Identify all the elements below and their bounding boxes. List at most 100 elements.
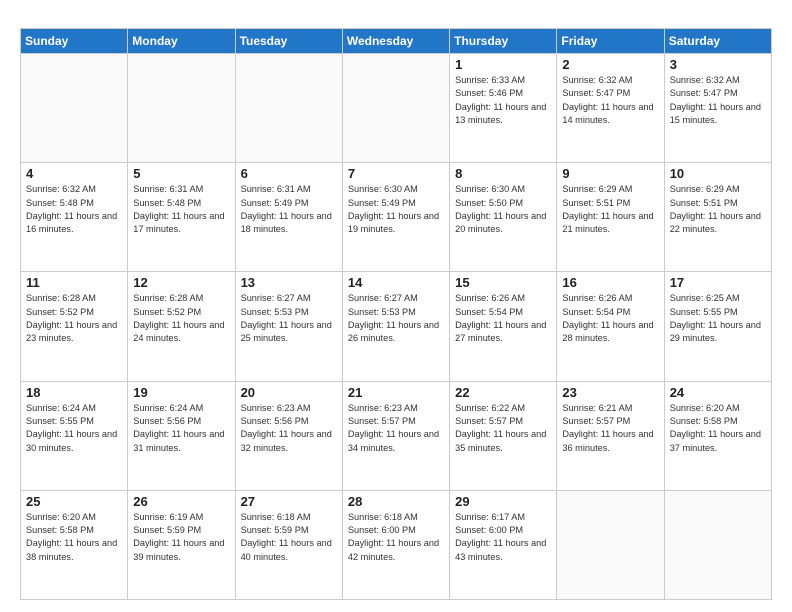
calendar-cell: 19 Sunrise: 6:24 AM Sunset: 5:56 PM Dayli… bbox=[128, 381, 235, 490]
calendar-week-1: 1 Sunrise: 6:33 AM Sunset: 5:46 PM Daylig… bbox=[21, 54, 772, 163]
day-info: Sunrise: 6:18 AM Sunset: 5:59 PM Dayligh… bbox=[241, 511, 337, 564]
calendar-cell: 8 Sunrise: 6:30 AM Sunset: 5:50 PM Daylig… bbox=[450, 163, 557, 272]
day-info: Sunrise: 6:19 AM Sunset: 5:59 PM Dayligh… bbox=[133, 511, 229, 564]
calendar-cell: 27 Sunrise: 6:18 AM Sunset: 5:59 PM Dayli… bbox=[235, 490, 342, 599]
calendar-week-3: 11 Sunrise: 6:28 AM Sunset: 5:52 PM Dayli… bbox=[21, 272, 772, 381]
day-number: 17 bbox=[670, 275, 766, 290]
day-number: 26 bbox=[133, 494, 229, 509]
calendar-week-2: 4 Sunrise: 6:32 AM Sunset: 5:48 PM Daylig… bbox=[21, 163, 772, 272]
day-number: 20 bbox=[241, 385, 337, 400]
day-info: Sunrise: 6:24 AM Sunset: 5:56 PM Dayligh… bbox=[133, 402, 229, 455]
day-info: Sunrise: 6:32 AM Sunset: 5:47 PM Dayligh… bbox=[670, 74, 766, 127]
calendar-header-monday: Monday bbox=[128, 29, 235, 54]
day-number: 24 bbox=[670, 385, 766, 400]
day-number: 10 bbox=[670, 166, 766, 181]
day-number: 8 bbox=[455, 166, 551, 181]
calendar-header-row: SundayMondayTuesdayWednesdayThursdayFrid… bbox=[21, 29, 772, 54]
day-number: 9 bbox=[562, 166, 658, 181]
day-info: Sunrise: 6:25 AM Sunset: 5:55 PM Dayligh… bbox=[670, 292, 766, 345]
day-number: 12 bbox=[133, 275, 229, 290]
calendar-cell: 12 Sunrise: 6:28 AM Sunset: 5:52 PM Dayli… bbox=[128, 272, 235, 381]
calendar-cell: 5 Sunrise: 6:31 AM Sunset: 5:48 PM Daylig… bbox=[128, 163, 235, 272]
calendar-cell bbox=[235, 54, 342, 163]
day-info: Sunrise: 6:31 AM Sunset: 5:49 PM Dayligh… bbox=[241, 183, 337, 236]
day-info: Sunrise: 6:32 AM Sunset: 5:48 PM Dayligh… bbox=[26, 183, 122, 236]
calendar-table: SundayMondayTuesdayWednesdayThursdayFrid… bbox=[20, 28, 772, 600]
calendar-cell bbox=[342, 54, 449, 163]
calendar-cell: 10 Sunrise: 6:29 AM Sunset: 5:51 PM Dayli… bbox=[664, 163, 771, 272]
day-info: Sunrise: 6:27 AM Sunset: 5:53 PM Dayligh… bbox=[348, 292, 444, 345]
day-info: Sunrise: 6:26 AM Sunset: 5:54 PM Dayligh… bbox=[562, 292, 658, 345]
day-number: 5 bbox=[133, 166, 229, 181]
day-info: Sunrise: 6:18 AM Sunset: 6:00 PM Dayligh… bbox=[348, 511, 444, 564]
day-number: 7 bbox=[348, 166, 444, 181]
day-number: 23 bbox=[562, 385, 658, 400]
calendar-cell bbox=[664, 490, 771, 599]
calendar-cell: 4 Sunrise: 6:32 AM Sunset: 5:48 PM Daylig… bbox=[21, 163, 128, 272]
day-number: 2 bbox=[562, 57, 658, 72]
day-number: 18 bbox=[26, 385, 122, 400]
calendar-cell: 20 Sunrise: 6:23 AM Sunset: 5:56 PM Dayli… bbox=[235, 381, 342, 490]
day-info: Sunrise: 6:20 AM Sunset: 5:58 PM Dayligh… bbox=[26, 511, 122, 564]
calendar-cell: 23 Sunrise: 6:21 AM Sunset: 5:57 PM Dayli… bbox=[557, 381, 664, 490]
day-number: 25 bbox=[26, 494, 122, 509]
calendar-cell: 26 Sunrise: 6:19 AM Sunset: 5:59 PM Dayli… bbox=[128, 490, 235, 599]
calendar-cell: 6 Sunrise: 6:31 AM Sunset: 5:49 PM Daylig… bbox=[235, 163, 342, 272]
day-info: Sunrise: 6:17 AM Sunset: 6:00 PM Dayligh… bbox=[455, 511, 551, 564]
day-number: 19 bbox=[133, 385, 229, 400]
day-info: Sunrise: 6:20 AM Sunset: 5:58 PM Dayligh… bbox=[670, 402, 766, 455]
calendar-cell: 22 Sunrise: 6:22 AM Sunset: 5:57 PM Dayli… bbox=[450, 381, 557, 490]
calendar-cell bbox=[128, 54, 235, 163]
day-info: Sunrise: 6:31 AM Sunset: 5:48 PM Dayligh… bbox=[133, 183, 229, 236]
day-info: Sunrise: 6:26 AM Sunset: 5:54 PM Dayligh… bbox=[455, 292, 551, 345]
day-info: Sunrise: 6:22 AM Sunset: 5:57 PM Dayligh… bbox=[455, 402, 551, 455]
day-info: Sunrise: 6:29 AM Sunset: 5:51 PM Dayligh… bbox=[670, 183, 766, 236]
calendar-header-saturday: Saturday bbox=[664, 29, 771, 54]
day-number: 28 bbox=[348, 494, 444, 509]
day-info: Sunrise: 6:23 AM Sunset: 5:57 PM Dayligh… bbox=[348, 402, 444, 455]
day-number: 13 bbox=[241, 275, 337, 290]
day-number: 6 bbox=[241, 166, 337, 181]
day-info: Sunrise: 6:21 AM Sunset: 5:57 PM Dayligh… bbox=[562, 402, 658, 455]
calendar-header-thursday: Thursday bbox=[450, 29, 557, 54]
calendar-cell: 9 Sunrise: 6:29 AM Sunset: 5:51 PM Daylig… bbox=[557, 163, 664, 272]
calendar-week-5: 25 Sunrise: 6:20 AM Sunset: 5:58 PM Dayli… bbox=[21, 490, 772, 599]
day-number: 29 bbox=[455, 494, 551, 509]
day-info: Sunrise: 6:28 AM Sunset: 5:52 PM Dayligh… bbox=[133, 292, 229, 345]
calendar-header-wednesday: Wednesday bbox=[342, 29, 449, 54]
day-number: 4 bbox=[26, 166, 122, 181]
calendar-cell: 24 Sunrise: 6:20 AM Sunset: 5:58 PM Dayli… bbox=[664, 381, 771, 490]
day-info: Sunrise: 6:27 AM Sunset: 5:53 PM Dayligh… bbox=[241, 292, 337, 345]
day-info: Sunrise: 6:23 AM Sunset: 5:56 PM Dayligh… bbox=[241, 402, 337, 455]
header: General Blue bbox=[20, 16, 772, 18]
day-number: 16 bbox=[562, 275, 658, 290]
calendar-cell bbox=[557, 490, 664, 599]
day-number: 21 bbox=[348, 385, 444, 400]
calendar-cell: 1 Sunrise: 6:33 AM Sunset: 5:46 PM Daylig… bbox=[450, 54, 557, 163]
calendar-cell: 17 Sunrise: 6:25 AM Sunset: 5:55 PM Dayli… bbox=[664, 272, 771, 381]
day-number: 1 bbox=[455, 57, 551, 72]
calendar-week-4: 18 Sunrise: 6:24 AM Sunset: 5:55 PM Dayli… bbox=[21, 381, 772, 490]
day-number: 27 bbox=[241, 494, 337, 509]
calendar-cell: 18 Sunrise: 6:24 AM Sunset: 5:55 PM Dayli… bbox=[21, 381, 128, 490]
calendar-cell: 13 Sunrise: 6:27 AM Sunset: 5:53 PM Dayli… bbox=[235, 272, 342, 381]
calendar-cell: 29 Sunrise: 6:17 AM Sunset: 6:00 PM Dayli… bbox=[450, 490, 557, 599]
day-number: 11 bbox=[26, 275, 122, 290]
calendar-cell: 28 Sunrise: 6:18 AM Sunset: 6:00 PM Dayli… bbox=[342, 490, 449, 599]
calendar-header-friday: Friday bbox=[557, 29, 664, 54]
day-info: Sunrise: 6:24 AM Sunset: 5:55 PM Dayligh… bbox=[26, 402, 122, 455]
day-number: 14 bbox=[348, 275, 444, 290]
day-number: 3 bbox=[670, 57, 766, 72]
day-info: Sunrise: 6:30 AM Sunset: 5:50 PM Dayligh… bbox=[455, 183, 551, 236]
day-info: Sunrise: 6:29 AM Sunset: 5:51 PM Dayligh… bbox=[562, 183, 658, 236]
day-info: Sunrise: 6:33 AM Sunset: 5:46 PM Dayligh… bbox=[455, 74, 551, 127]
calendar-cell: 3 Sunrise: 6:32 AM Sunset: 5:47 PM Daylig… bbox=[664, 54, 771, 163]
calendar-cell: 21 Sunrise: 6:23 AM Sunset: 5:57 PM Dayli… bbox=[342, 381, 449, 490]
day-info: Sunrise: 6:30 AM Sunset: 5:49 PM Dayligh… bbox=[348, 183, 444, 236]
day-number: 22 bbox=[455, 385, 551, 400]
calendar-header-tuesday: Tuesday bbox=[235, 29, 342, 54]
calendar-header-sunday: Sunday bbox=[21, 29, 128, 54]
calendar-cell: 7 Sunrise: 6:30 AM Sunset: 5:49 PM Daylig… bbox=[342, 163, 449, 272]
day-info: Sunrise: 6:28 AM Sunset: 5:52 PM Dayligh… bbox=[26, 292, 122, 345]
calendar-cell: 16 Sunrise: 6:26 AM Sunset: 5:54 PM Dayli… bbox=[557, 272, 664, 381]
